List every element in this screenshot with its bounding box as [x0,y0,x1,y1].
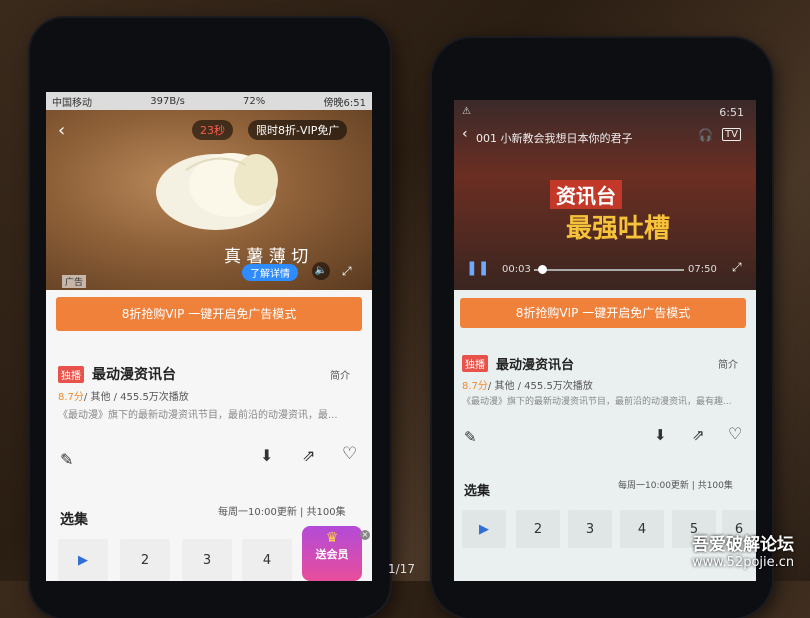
episode-2[interactable]: 2 [120,539,170,581]
show-meta-right: 8.7分 / 其他 / 455.5万次播放 [462,377,593,392]
countdown-badge: 23秒 [192,120,233,140]
promo-badge[interactable]: ♛ 送会员 [302,526,362,581]
status-time: 傍晚6:51 [323,97,366,109]
episode-1[interactable]: ▶ [58,539,108,581]
fullscreen-icon[interactable]: ⤢ [342,264,352,279]
progress-thumb[interactable] [538,265,547,274]
ad-video-player[interactable]: ‹ 23秒 限时8折-VIP免广 真 薯 薄 切 了解详情 🔈 ⤢ 广告 [46,110,372,290]
meta-info-right: / 其他 / 455.5万次播放 [487,381,593,392]
episode-3[interactable]: 3 [182,539,232,581]
share-icon[interactable]: ⇗ [302,446,315,465]
watermark-line2: www.52pojie.cn [691,555,795,570]
overlay-banner-2: 最强吐槽 [566,214,671,244]
promo-crown-icon: ♛ [325,530,339,546]
vip-promo-bar-right[interactable]: 8折抢购VIP 一键开启免广告模式 [460,298,746,328]
episode-2-right[interactable]: 2 [516,510,560,548]
show-title-right: 最动漫资讯台 [496,358,575,373]
comment-edit-icon[interactable]: ✎ [60,450,73,469]
battery-level: 72% [243,95,266,107]
video-fullscreen-icon[interactable]: ⤢ [732,260,742,275]
score-right: 8.7分 [462,381,488,392]
watermark: 吾爱破解论坛 www.52pojie.cn [680,530,806,570]
show-description: 《最动漫》旗下的最新动漫资讯节目，最前沿的动漫资讯，最... [58,410,338,421]
back-icon[interactable]: ‹ [58,120,65,141]
vip-skip-button[interactable]: 限时8折-VIP免广 [248,120,348,140]
promo-close-icon[interactable]: × [360,530,370,540]
page-counter: 1/17 [388,562,415,576]
favorite-icon[interactable]: ♡ [342,444,357,464]
meta-info: / 其他 / 455.5万次播放 [83,392,189,403]
time-current: 00:03 [502,264,531,275]
show-description-right: 《最动漫》旗下的最新动漫资讯节目，最前沿的动漫资讯，最有趣... [462,397,732,407]
main-video-player[interactable]: 6:51 ⚠ ‹ 001 小新教会我想日本你的君子 🎧 TV 资讯台 最强吐槽 … [454,100,756,290]
vip-promo-bar[interactable]: 8折抢购VIP 一键开启免广告模式 [56,297,362,331]
left-status-bar: 中国移动 397B/s 72% 傍晚6:51 [46,92,372,110]
exclusive-tag-right: 独播 [462,355,488,372]
show-title-row-right: 独播 最动漫资讯台 简介 [462,354,752,373]
episode-4-right[interactable]: 4 [620,510,664,548]
episode-4[interactable]: 4 [242,539,292,581]
episode-3-right[interactable]: 3 [568,510,612,548]
video-title: 001 小新教会我想日本你的君子 [476,132,633,145]
watermark-line1: 吾爱破解论坛 [692,535,794,555]
progress-track[interactable] [534,269,684,271]
tv-cast-icon[interactable]: TV [722,128,741,141]
favorite-icon-right[interactable]: ♡ [728,424,742,443]
intro-link-right[interactable]: 简介 [718,356,738,371]
warning-icon: ⚠ [462,106,471,117]
download-icon-right[interactable]: ⬇ [654,426,667,444]
time-total: 07:50 [688,264,717,275]
score: 8.7分 [58,392,84,403]
learn-more-button[interactable]: 了解详情 [242,264,298,281]
right-phone-screen: 6:51 ⚠ ‹ 001 小新教会我想日本你的君子 🎧 TV 资讯台 最强吐槽 … [454,100,756,581]
intro-link[interactable]: 简介 [330,367,350,382]
show-meta: 8.7分 / 其他 / 455.5万次播放 [58,388,189,403]
headphone-icon[interactable]: 🎧 [698,128,713,142]
promo-label: 送会员 [315,548,349,561]
overlay-banner-1: 资讯台 [550,180,622,209]
exclusive-tag: 独播 [58,365,84,383]
download-icon[interactable]: ⬇ [260,446,273,465]
share-icon-right[interactable]: ⇗ [692,426,705,444]
ad-label: 广告 [62,275,87,288]
video-back-icon[interactable]: ‹ [462,126,468,142]
episodes-schedule-right: 每周一10:00更新 | 共100集 [618,481,733,491]
network-speed: 397B/s [150,95,185,107]
episode-1-right[interactable]: ▶ [462,510,506,548]
comment-edit-icon-right[interactable]: ✎ [464,428,477,446]
episodes-label-right: 选集 [464,484,491,499]
volume-icon[interactable]: 🔈 [312,262,330,280]
episodes-schedule: 每周一10:00更新 | 共100集 [218,507,346,518]
right-status-time: 6:51 [719,106,744,119]
play-pause-icon[interactable]: ❚❚ [466,260,489,276]
show-title-row: 独播 最动漫资讯台 简介 [58,364,364,384]
food-image [156,153,278,230]
episodes-label: 选集 [60,512,88,528]
carrier-label: 中国移动 [52,97,92,109]
show-title: 最动漫资讯台 [92,367,176,383]
left-phone-screen: 中国移动 397B/s 72% 傍晚6:51 ‹ 23秒 限时8折-VIP免广 … [46,92,372,581]
